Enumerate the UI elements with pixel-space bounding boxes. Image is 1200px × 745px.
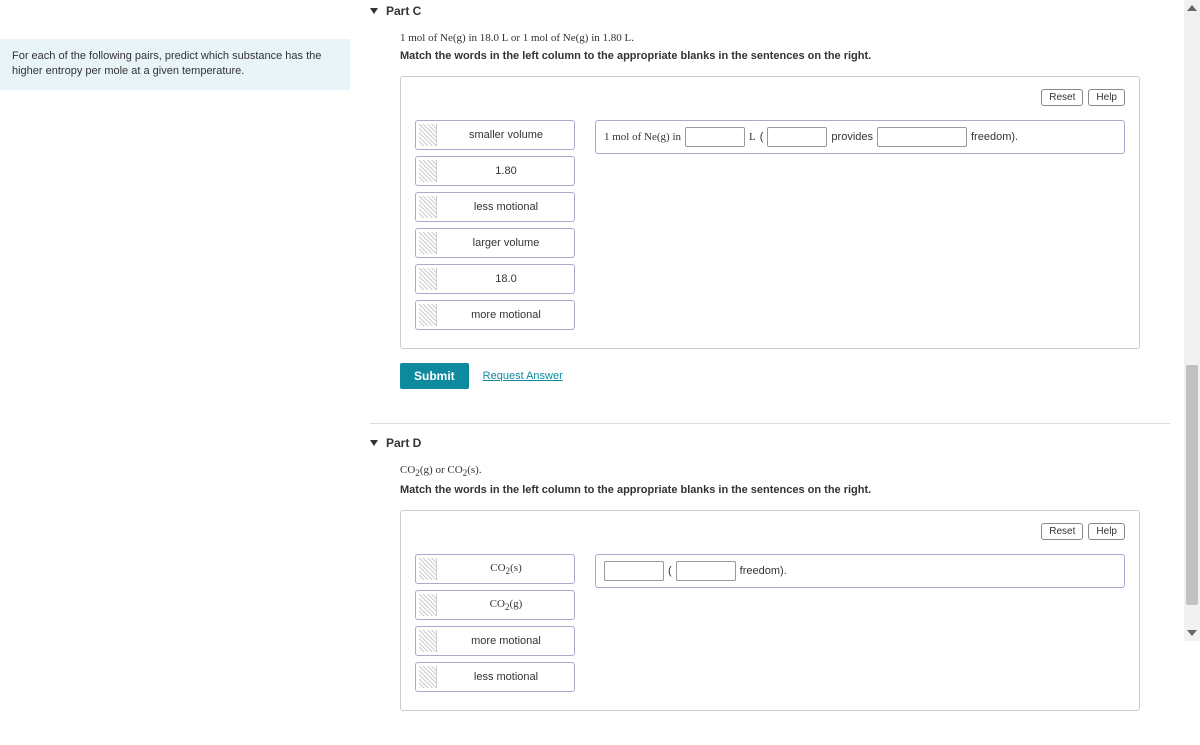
- caret-down-icon: [370, 8, 378, 14]
- tile-1-80[interactable]: 1.80: [415, 156, 575, 186]
- request-answer-link[interactable]: Request Answer: [483, 370, 563, 382]
- caret-down-icon: [370, 440, 378, 446]
- part-c-match-box: Reset Help smaller volume 1.80 less moti…: [400, 76, 1140, 349]
- part-c-prompt: 1 mol of Ne(g) in 18.0 L or 1 mol of Ne(…: [400, 32, 1140, 44]
- part-c-header[interactable]: Part C: [370, 0, 1170, 22]
- reset-button[interactable]: Reset: [1041, 523, 1083, 540]
- tile-more-motional[interactable]: more motional: [415, 300, 575, 330]
- tile-less-motional[interactable]: less motional: [415, 192, 575, 222]
- drag-handle-icon: [419, 196, 437, 218]
- part-c-instruction: Match the words in the left column to th…: [400, 50, 1140, 62]
- drag-handle-icon: [419, 124, 437, 146]
- drag-handle-icon: [419, 630, 437, 652]
- tile-less-motional-d[interactable]: less motional: [415, 662, 575, 692]
- drag-handle-icon: [419, 594, 437, 616]
- help-button[interactable]: Help: [1088, 523, 1125, 540]
- part-d-tile-column: CO2(s) CO2(g) more motional less motiona…: [415, 554, 575, 692]
- part-c-submit-row: Submit Request Answer: [400, 363, 1140, 389]
- part-c-sentence: 1 mol of Ne(g) in L ( provides freedom).: [595, 120, 1125, 154]
- help-button[interactable]: Help: [1088, 89, 1125, 106]
- scroll-thumb[interactable]: [1186, 365, 1198, 605]
- tile-co2-s[interactable]: CO2(s): [415, 554, 575, 584]
- scroll-down-arrow-icon[interactable]: [1184, 625, 1200, 641]
- drag-handle-icon: [419, 558, 437, 580]
- drag-handle-icon: [419, 232, 437, 254]
- blank-slot-d2[interactable]: [676, 561, 736, 581]
- reset-button[interactable]: Reset: [1041, 89, 1083, 106]
- part-d-match-box: Reset Help CO2(s) CO2(g) more motional l…: [400, 510, 1140, 711]
- blank-slot-d1[interactable]: [604, 561, 664, 581]
- drag-handle-icon: [419, 666, 437, 688]
- part-d-title: Part D: [386, 436, 421, 450]
- scroll-up-arrow-icon[interactable]: [1184, 0, 1200, 16]
- blank-slot-2[interactable]: [767, 127, 827, 147]
- part-c-title: Part C: [386, 4, 421, 18]
- vertical-scrollbar[interactable]: [1184, 0, 1200, 641]
- drag-handle-icon: [419, 160, 437, 182]
- divider: [370, 423, 1170, 424]
- part-d-header[interactable]: Part D: [370, 432, 1170, 454]
- context-text: For each of the following pairs, predict…: [12, 50, 321, 77]
- drag-handle-icon: [419, 304, 437, 326]
- part-c-body: 1 mol of Ne(g) in 18.0 L or 1 mol of Ne(…: [370, 22, 1170, 409]
- tile-co2-g[interactable]: CO2(g): [415, 590, 575, 620]
- tile-larger-volume[interactable]: larger volume: [415, 228, 575, 258]
- tile-more-motional-d[interactable]: more motional: [415, 626, 575, 656]
- part-d-instruction: Match the words in the left column to th…: [400, 484, 1140, 496]
- tile-smaller-volume[interactable]: smaller volume: [415, 120, 575, 150]
- submit-button[interactable]: Submit: [400, 363, 469, 389]
- part-c-sentence-area: 1 mol of Ne(g) in L ( provides freedom).: [595, 120, 1125, 330]
- question-context-panel: For each of the following pairs, predict…: [0, 39, 350, 90]
- part-d-body: CO2(g) or CO2(s). Match the words in the…: [370, 454, 1170, 745]
- part-d-prompt: CO2(g) or CO2(s).: [400, 464, 1140, 478]
- blank-slot-3[interactable]: [877, 127, 967, 147]
- part-d-sentence: ( freedom).: [595, 554, 1125, 588]
- tile-18-0[interactable]: 18.0: [415, 264, 575, 294]
- main-content: Part C 1 mol of Ne(g) in 18.0 L or 1 mol…: [370, 0, 1170, 745]
- part-d-sentence-area: ( freedom).: [595, 554, 1125, 692]
- blank-slot-1[interactable]: [685, 127, 745, 147]
- part-c-tile-column: smaller volume 1.80 less motional larger…: [415, 120, 575, 330]
- drag-handle-icon: [419, 268, 437, 290]
